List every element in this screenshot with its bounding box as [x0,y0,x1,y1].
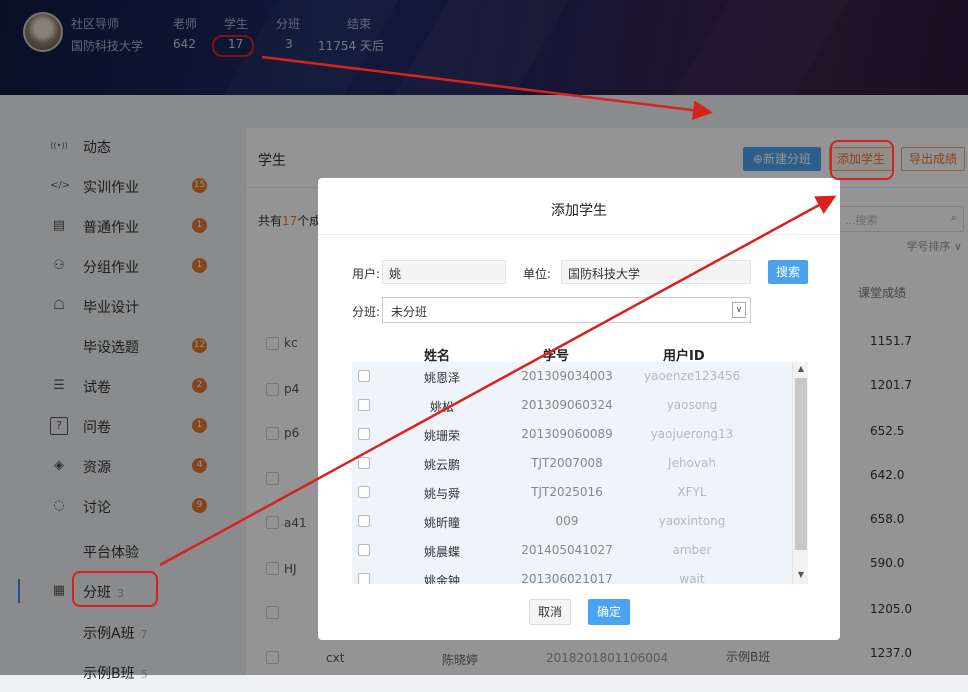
student-name: 姚金钟 [423,574,460,584]
row-checkbox[interactable] [358,544,370,556]
list-item[interactable]: 姚云鹏 TJT2007008 Jehovah [352,449,792,478]
row-checkbox[interactable] [358,573,370,584]
row-checkbox[interactable] [358,428,370,440]
student-uid: yaoxintong [658,514,726,528]
class-select[interactable]: 未分班 ∨ [382,297,751,323]
student-uid: yaojuerong13 [650,427,734,441]
student-name: 姚晨蝶 [423,545,460,559]
row-checkbox[interactable] [358,399,370,411]
student-result-list[interactable]: 姚恩泽 201309034003 yaoenze123456 姚松 201309060… [352,362,808,584]
student-name: 姚珊荣 [423,429,460,443]
class-label: 分班: [352,305,381,319]
list-item[interactable]: 姚昕瞳 009 yaoxintong [352,507,792,536]
student-name: 姚与舜 [423,487,460,501]
student-uid: yaoenze123456 [643,369,741,383]
student-uid: wait [679,572,705,584]
confirm-button[interactable]: 确定 [588,599,630,625]
student-no: TJT2007008 [531,456,603,470]
user-input[interactable]: 姚 [382,260,506,284]
chevron-down-icon[interactable]: ∨ [732,302,746,318]
student-no: 201309034003 [521,369,613,383]
student-name: 姚松 [429,400,454,414]
student-uid: XFYL [677,485,707,499]
student-name: 姚云鹏 [423,458,460,472]
student-no: TJT2025016 [531,485,603,499]
chevron-down-icon[interactable]: ▼ [793,570,808,582]
cancel-button[interactable]: 取消 [529,599,571,625]
student-uid: amber [672,543,712,557]
chevron-up-icon[interactable]: ▲ [793,364,808,376]
search-button[interactable]: 搜索 [768,260,808,284]
annotation-box-add-student [830,140,894,180]
dialog-title: 添加学生 [551,203,607,219]
list-item[interactable]: 姚金钟 201306021017 wait [352,565,792,584]
student-no: 201309060089 [521,427,613,441]
row-checkbox[interactable] [358,515,370,527]
list-item[interactable]: 姚与舜 TJT2025016 XFYL [352,478,792,507]
org-input[interactable]: 国防科技大学 [561,260,751,284]
list-scrollbar[interactable]: ▲ ▼ [792,362,808,584]
student-uid: Jehovah [668,456,716,470]
list-item[interactable]: 姚松 201309060324 yaosong [352,391,792,420]
student-no: 201405041027 [521,543,613,557]
add-student-dialog: 添加学生 用户: 姚 单位: 国防科技大学 搜索 分班: 未分班 ∨ 姓名 学号 … [318,178,840,640]
row-checkbox[interactable] [358,370,370,382]
student-no: 009 [555,514,579,528]
student-no: 201309060324 [521,398,613,412]
list-item[interactable]: 姚珊荣 201309060089 yaojuerong13 [352,420,792,449]
student-name: 姚昕瞳 [423,516,460,530]
student-name: 姚恩泽 [423,371,460,385]
row-checkbox[interactable] [358,486,370,498]
list-item[interactable]: 姚晨蝶 201405041027 amber [352,536,792,565]
list-item[interactable]: 姚恩泽 201309034003 yaoenze123456 [352,362,792,391]
student-no: 201306021017 [521,572,613,584]
divider [318,234,840,235]
user-label: 用户: [352,267,381,281]
scroll-thumb[interactable] [795,378,807,550]
row-checkbox[interactable] [358,457,370,469]
org-label: 单位: [523,267,552,281]
student-uid: yaosong [666,398,718,412]
annotation-box-classes [72,571,158,607]
